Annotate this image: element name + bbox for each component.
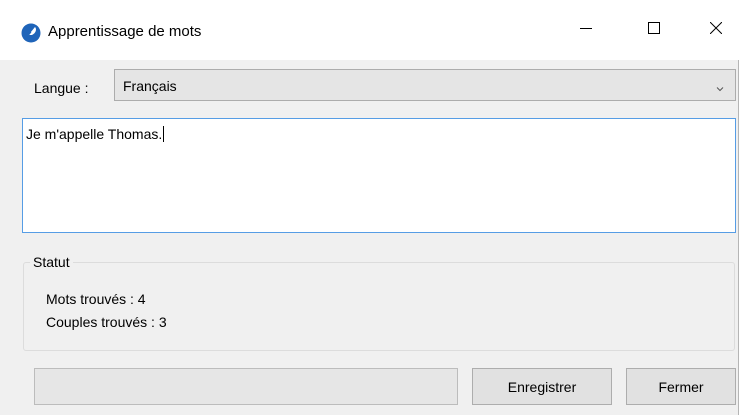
feather-pen-icon [21, 23, 41, 43]
save-button[interactable]: Enregistrer [472, 368, 612, 405]
main-window: Apprentissage de mots Langue : Français … [0, 0, 739, 415]
text-input-content: Je m'appelle Thomas. [26, 126, 165, 142]
window-title: Apprentissage de mots [48, 23, 202, 40]
pairs-found-count: Couples trouvés : 3 [46, 314, 167, 330]
maximize-button[interactable] [631, 8, 677, 52]
close-button[interactable]: Fermer [626, 368, 736, 405]
close-window-button[interactable] [693, 8, 739, 52]
minimize-icon [580, 21, 592, 39]
close-icon [709, 21, 723, 39]
text-input-area[interactable]: Je m'appelle Thomas. [22, 118, 736, 233]
text-caret [163, 126, 165, 142]
minimize-button[interactable] [563, 8, 609, 52]
words-found-count: Mots trouvés : 4 [46, 291, 146, 307]
language-select[interactable]: Français [114, 69, 736, 101]
title-bar[interactable]: Apprentissage de mots [0, 0, 739, 60]
maximize-icon [648, 21, 660, 39]
progress-bar [34, 368, 458, 405]
status-group-title: Statut [30, 253, 73, 271]
chevron-down-icon [715, 81, 725, 92]
language-selected-value: Français [123, 78, 177, 94]
language-label: Langue : [34, 80, 89, 96]
